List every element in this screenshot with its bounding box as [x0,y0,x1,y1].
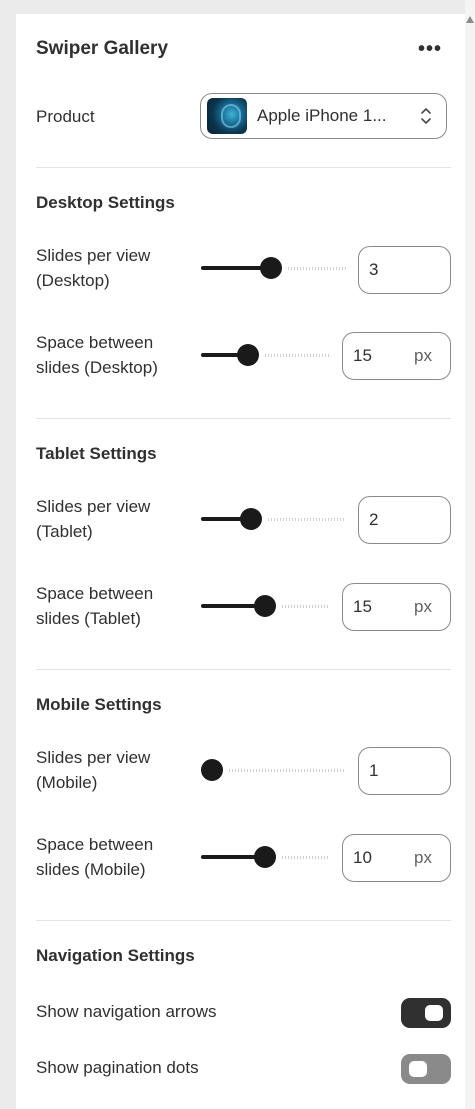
desktop-space-input[interactable]: 15 px [342,332,451,380]
tablet-settings-heading: Tablet Settings [36,444,157,463]
tablet-slides-input[interactable]: 2 [358,496,451,544]
slider-track [229,769,346,772]
toggle-knob [425,1005,443,1021]
desktop-slides-value: 3 [369,260,379,279]
desktop-slides-label: Slides per view (Desktop) [36,246,151,290]
mobile-space-slider[interactable] [201,846,329,868]
desktop-space-label: Space between slides (Desktop) [36,333,158,377]
show-arrows-toggle[interactable] [401,998,451,1028]
slider-handle[interactable] [254,595,276,617]
mobile-space-unit: px [414,848,432,867]
divider [36,669,451,670]
mobile-space-input[interactable]: 10 px [342,834,451,882]
chevron-up-down-icon [421,108,431,124]
mobile-slides-slider[interactable] [201,759,346,781]
toggle-knob [409,1061,427,1077]
tablet-space-unit: px [414,597,432,616]
show-dots-label: Show pagination dots [36,1058,199,1077]
show-dots-toggle[interactable] [401,1054,451,1084]
slider-handle[interactable] [260,257,282,279]
slider-track [268,518,346,521]
panel-header: Swiper Gallery ••• [36,34,446,64]
scrollbar[interactable] [465,0,475,1109]
desktop-space-unit: px [414,346,432,365]
slider-track [282,605,329,608]
slider-handle[interactable] [201,759,223,781]
mobile-slides-value: 1 [369,761,379,780]
product-select-value: Apple iPhone 1... [257,106,387,125]
slider-handle[interactable] [240,508,262,530]
tablet-slides-value: 2 [369,510,379,529]
slider-track [282,856,329,859]
product-thumbnail [207,98,247,134]
settings-panel: Swiper Gallery ••• Product Apple iPhone … [16,14,465,1109]
mobile-space-label: Space between slides (Mobile) [36,835,154,879]
slider-track [288,267,346,270]
tablet-space-value: 15 [353,597,372,616]
slider-handle[interactable] [254,846,276,868]
mobile-slides-label: Slides per view (Mobile) [36,748,151,792]
tablet-slides-slider[interactable] [201,508,346,530]
desktop-space-value: 15 [353,346,372,365]
tablet-space-input[interactable]: 15 px [342,583,451,631]
scroll-up-arrow-icon[interactable] [466,16,474,23]
navigation-settings-heading: Navigation Settings [36,946,195,965]
more-options-button[interactable]: ••• [414,37,446,61]
slider-handle[interactable] [237,344,259,366]
tablet-space-slider[interactable] [201,595,329,617]
divider [36,920,451,921]
desktop-space-slider[interactable] [201,344,329,366]
tablet-space-label: Space between slides (Tablet) [36,584,154,628]
tablet-slides-label: Slides per view (Tablet) [36,497,151,541]
show-arrows-label: Show navigation arrows [36,1002,217,1021]
mobile-settings-heading: Mobile Settings [36,695,162,714]
product-select[interactable]: Apple iPhone 1... [200,93,447,139]
divider [36,418,451,419]
desktop-settings-heading: Desktop Settings [36,193,175,212]
desktop-slides-input[interactable]: 3 [358,246,451,294]
mobile-slides-input[interactable]: 1 [358,747,451,795]
divider [36,167,451,168]
panel-title: Swiper Gallery [36,38,169,59]
desktop-slides-slider[interactable] [201,257,346,279]
slider-track [265,354,329,357]
mobile-space-value: 10 [353,848,372,867]
